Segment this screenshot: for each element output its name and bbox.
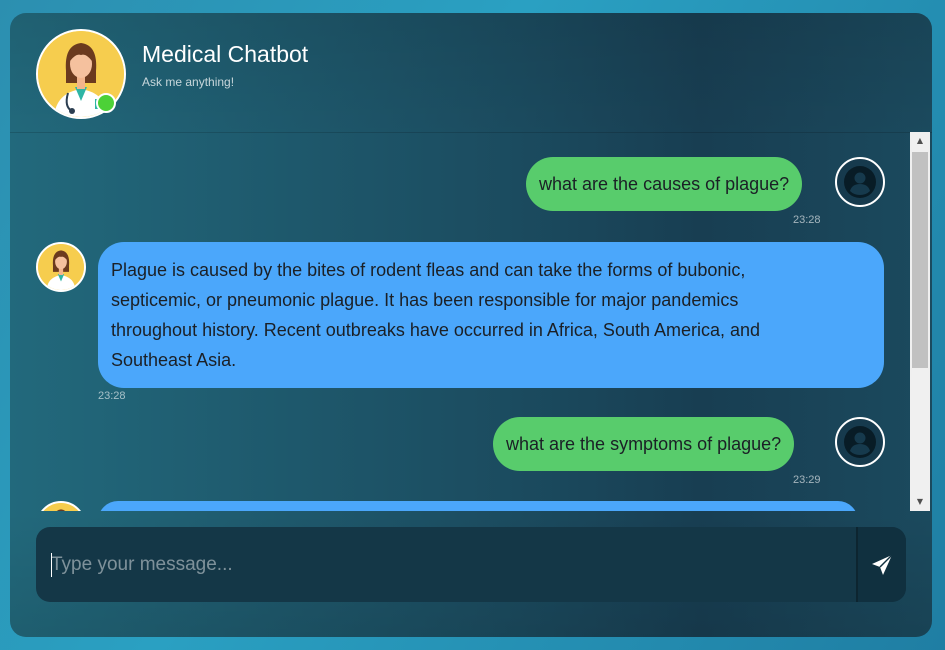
user-message-bubble: what are the symptoms of plague?: [493, 417, 795, 471]
scroll-down-arrow-icon[interactable]: ▼: [910, 493, 930, 511]
chat-subtitle: Ask me anything!: [142, 75, 235, 89]
bot-avatar-icon: [36, 501, 86, 511]
chat-title: Medical Chatbot: [142, 41, 309, 67]
user-message-bubble: what are the causes of plague?: [526, 157, 803, 211]
scroll-up-arrow-icon[interactable]: ▲: [910, 132, 930, 150]
message-line: Southeast Asia.: [111, 350, 237, 370]
scroll-thumb[interactable]: [912, 152, 928, 368]
message-line: Plague is caused by the bites of rodent …: [111, 260, 746, 280]
message-line: throughout history. Recent outbreaks hav…: [111, 320, 761, 340]
message-input[interactable]: [36, 527, 856, 602]
text-cursor: [51, 553, 52, 577]
message-text: what are the causes of plague?: [539, 174, 790, 194]
message-timestamp: 23:28: [793, 214, 821, 226]
bot-message-bubble-partial: [98, 501, 858, 511]
message-list: what are the causes of plague? 23:28 Pla…: [10, 132, 910, 511]
online-status-dot: [96, 93, 116, 113]
message-timestamp: 23:29: [793, 474, 821, 486]
chat-header: Medical Chatbot Ask me anything!: [10, 13, 932, 133]
message-scrollbar[interactable]: ▲ ▼: [910, 132, 930, 511]
user-avatar-icon: [835, 417, 885, 467]
message-composer: [36, 527, 906, 602]
message-timestamp: 23:28: [98, 390, 126, 402]
chat-window: Medical Chatbot Ask me anything! what ar…: [10, 13, 932, 637]
message-line: septicemic, or pneumonic plague. It has …: [111, 290, 739, 310]
send-icon: [872, 554, 893, 575]
bot-avatar-icon: [36, 242, 86, 292]
message-text: what are the symptoms of plague?: [506, 434, 782, 454]
user-avatar-icon: [835, 157, 885, 207]
bot-message-bubble: Plague is caused by the bites of rodent …: [98, 242, 884, 388]
send-button[interactable]: [856, 527, 906, 602]
